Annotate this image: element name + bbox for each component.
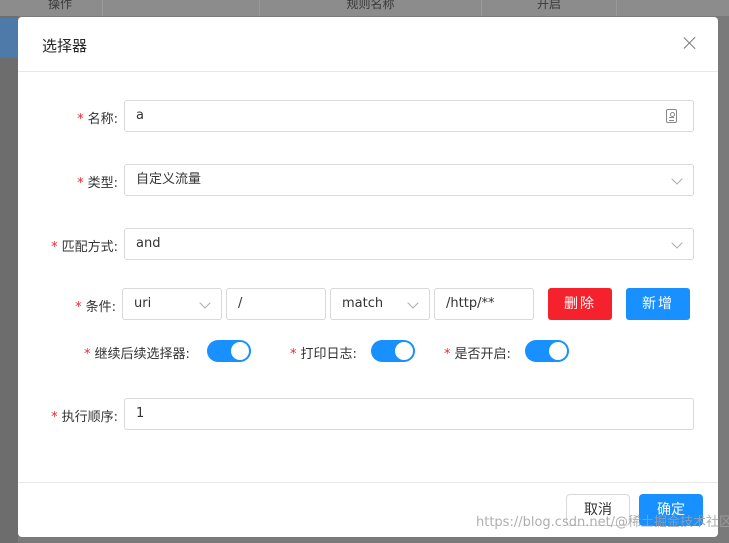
- contact-card-icon: [666, 109, 677, 123]
- continued-switch[interactable]: [207, 340, 251, 362]
- name-input-value: a: [136, 108, 144, 123]
- required-mark: *: [77, 176, 84, 191]
- condition-param-type-value: uri: [134, 296, 152, 311]
- match-mode-row: * 匹配方式: and: [18, 228, 718, 260]
- close-icon[interactable]: [682, 35, 698, 51]
- enabled-switch[interactable]: [525, 340, 569, 362]
- background-table-header: 操作 规则名称 开启: [0, 0, 729, 16]
- condition-param-value-input[interactable]: /http/**: [434, 288, 534, 320]
- order-label: * 执行顺序:: [51, 410, 118, 425]
- print-log-switch[interactable]: [371, 340, 415, 362]
- required-mark: *: [75, 300, 82, 315]
- type-label: * 类型:: [77, 176, 118, 191]
- chevron-down-icon: [671, 237, 683, 249]
- chevron-down-icon: [199, 297, 211, 309]
- bg-col-actions: 操作: [18, 0, 103, 16]
- condition-param-type-select[interactable]: uri: [122, 288, 222, 320]
- condition-row: * 条件: uri / match /http/** 删除 新增: [18, 288, 718, 320]
- chevron-down-icon: [407, 297, 419, 309]
- order-row: * 执行顺序: 1: [18, 398, 718, 430]
- enabled-label: * 是否开启:: [444, 347, 511, 362]
- switch-knob: [231, 342, 249, 360]
- required-mark: *: [51, 410, 58, 425]
- bg-col-rule-name: 规则名称: [260, 0, 482, 16]
- required-mark: *: [444, 347, 451, 362]
- toggles-row: * 继续后续选择器: * 打印日志: * 是否开启:: [18, 340, 718, 364]
- required-mark: *: [290, 347, 297, 362]
- modal-title: 选择器: [42, 37, 88, 55]
- continued-label: * 继续后续选择器:: [84, 347, 190, 362]
- order-input[interactable]: 1: [124, 398, 694, 430]
- match-mode-select[interactable]: and: [124, 228, 694, 260]
- condition-operator-select[interactable]: match: [330, 288, 430, 320]
- print-log-label: * 打印日志:: [290, 347, 357, 362]
- required-mark: *: [77, 112, 84, 127]
- match-mode-label: * 匹配方式:: [51, 240, 118, 255]
- delete-condition-button[interactable]: 删除: [548, 288, 612, 320]
- add-condition-button[interactable]: 新增: [626, 288, 690, 320]
- chevron-down-icon: [671, 173, 683, 185]
- required-mark: *: [84, 347, 91, 362]
- selector-modal: 选择器 * 名称: a * 类型: 自定义流量 * 匹配方式: and * 条件: ur…: [18, 17, 718, 537]
- type-row: * 类型: 自定义流量: [18, 164, 718, 196]
- name-row: * 名称: a: [18, 100, 718, 132]
- match-mode-select-value: and: [136, 236, 161, 251]
- order-input-value: 1: [136, 406, 145, 421]
- required-mark: *: [51, 240, 58, 255]
- condition-label: * 条件:: [75, 300, 116, 315]
- condition-param-value-value: /http/**: [446, 296, 495, 311]
- name-label: * 名称:: [77, 112, 118, 127]
- switch-knob: [549, 342, 567, 360]
- bg-col-spacer: [210, 0, 260, 16]
- switch-knob: [395, 342, 413, 360]
- background-sidebar: [0, 16, 18, 543]
- type-select[interactable]: 自定义流量: [124, 164, 694, 196]
- condition-param-name-value: /: [238, 296, 243, 311]
- watermark: https://blog.csdn.net/@稀土掘金技术社区: [476, 515, 729, 530]
- type-select-value: 自定义流量: [136, 172, 202, 187]
- name-input[interactable]: a: [124, 100, 694, 132]
- condition-operator-value: match: [342, 296, 384, 311]
- modal-header: 选择器: [18, 17, 718, 72]
- condition-param-name-input[interactable]: /: [226, 288, 326, 320]
- background-sidebar-active: [0, 18, 18, 58]
- bg-col-enabled: 开启: [482, 0, 617, 16]
